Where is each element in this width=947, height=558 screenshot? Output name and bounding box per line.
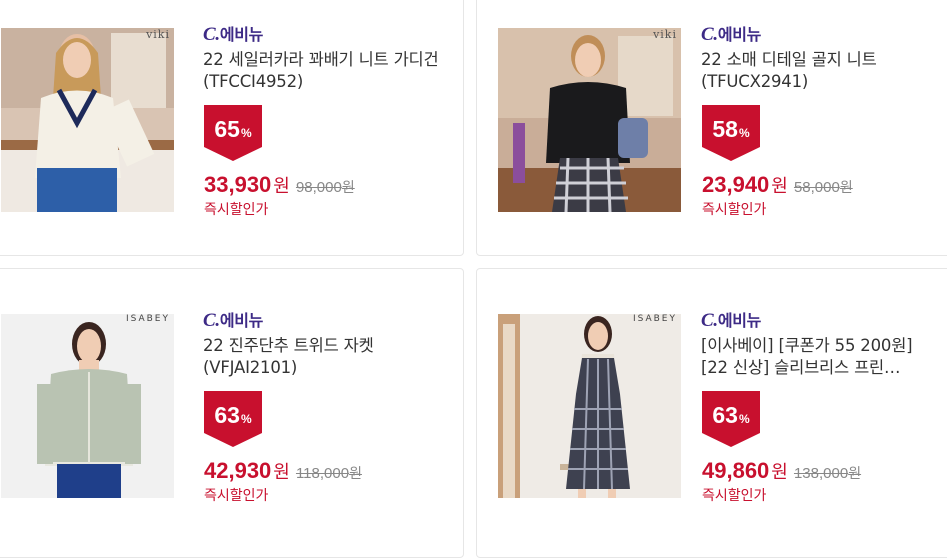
sale-price: 49,860 [702,458,770,483]
product-image[interactable]: viki [1,28,174,212]
product-title[interactable]: 22 세일러카라 꽈배기 니트 가디건 (TFCCI4952) [203,49,443,93]
instant-discount-label: 즉시할인가 [702,202,767,218]
product-card[interactable]: ISABEY C.에비뉴 22 진주단추 트위드 자켓 (VFJAI2101) … [0,268,464,558]
price-row: 33,930 원 98,000원 [204,172,355,197]
product-image[interactable]: ISABEY [1,314,174,498]
seller-logo-icon: C. [203,310,220,331]
brand-watermark: ISABEY [632,314,677,324]
seller-logo-icon: C. [701,24,718,45]
product-image[interactable]: viki [498,28,681,212]
seller-name[interactable]: C.에비뉴 [701,307,761,332]
seller-logo-icon: C. [203,24,220,45]
product-title[interactable]: 22 소매 디테일 골지 니트 (TFUCX2941) [701,49,941,93]
seller-name[interactable]: C.에비뉴 [203,307,263,332]
discount-badge: 58% [702,105,760,161]
brand-watermark: viki [653,28,677,41]
product-card[interactable]: viki C.에비뉴 22 소매 디테일 골지 니트 (TFUCX2941) 5… [476,0,947,256]
brand-watermark: viki [146,28,170,41]
product-image[interactable]: ISABEY [498,314,681,498]
instant-discount-label: 즉시할인가 [702,488,767,504]
seller-name[interactable]: C.에비뉴 [701,21,761,46]
seller-name[interactable]: C.에비뉴 [203,21,263,46]
price-row: 42,930 원 118,000원 [204,458,362,483]
product-card[interactable]: ISABEY C.에비뉴 [이사베이] [쿠폰가 55 200원] [22 신상… [476,268,947,558]
original-price: 118,000원 [295,465,362,482]
discount-badge: 63% [702,391,760,447]
instant-discount-label: 즉시할인가 [204,202,269,218]
price-row: 23,940 원 58,000원 [702,172,853,197]
original-price: 98,000원 [295,179,355,196]
discount-badge: 65% [204,105,262,161]
discount-badge: 63% [204,391,262,447]
product-title[interactable]: 22 진주단추 트위드 자켓 (VFJAI2101) [203,335,443,379]
original-price: 138,000원 [793,465,862,482]
sale-price: 42,930 [204,458,272,483]
seller-logo-icon: C. [701,310,718,331]
sale-price: 33,930 [204,172,272,197]
sale-price: 23,940 [702,172,770,197]
price-row: 49,860 원 138,000원 [702,458,862,483]
original-price: 58,000원 [793,179,853,196]
instant-discount-label: 즉시할인가 [204,488,269,504]
product-title[interactable]: [이사베이] [쿠폰가 55 200원] [22 신상] 슬리브리스 프린… [701,335,933,379]
brand-watermark: ISABEY [125,314,170,324]
product-card[interactable]: viki C.에비뉴 22 세일러카라 꽈배기 니트 가디건 (TFCCI495… [0,0,464,256]
